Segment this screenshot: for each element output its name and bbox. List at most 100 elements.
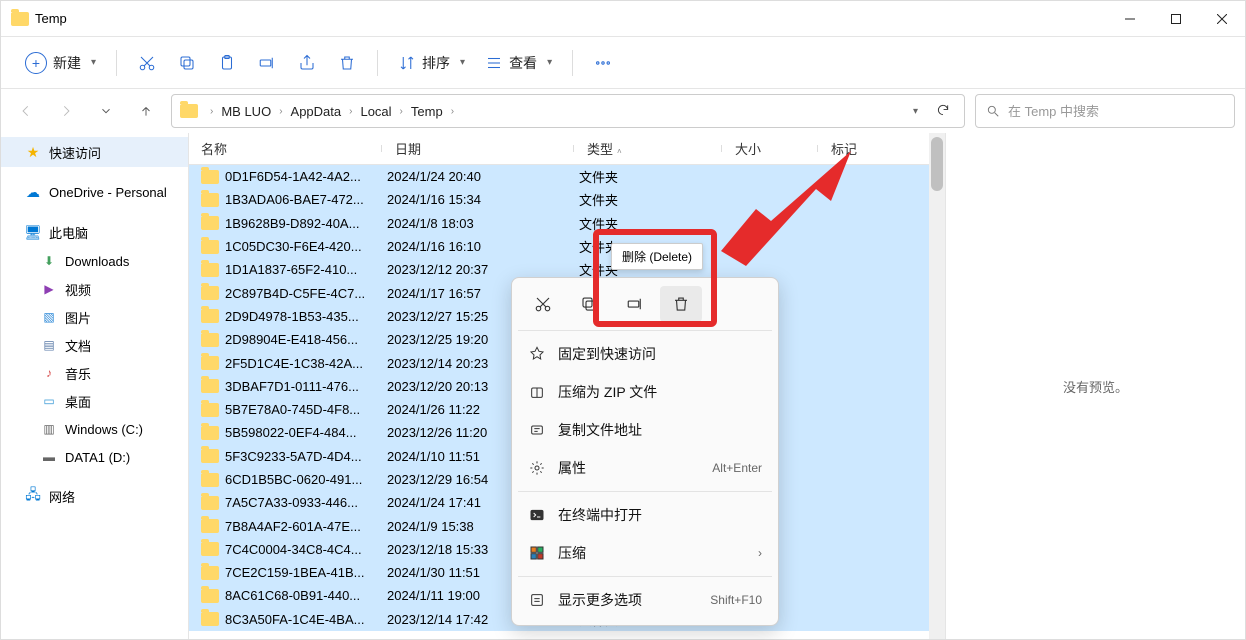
ctx-zip[interactable]: 压缩为 ZIP 文件 (518, 373, 772, 411)
cloud-icon: ☁ (25, 184, 41, 200)
file-name: 7A5C7A33-0933-446... (225, 495, 383, 510)
sidebar-desktop[interactable]: ▭桌面 (1, 387, 188, 415)
file-name: 3DBAF7D1-0111-476... (225, 379, 383, 394)
scrollbar[interactable] (929, 133, 945, 639)
up-button[interactable] (131, 96, 161, 126)
ctx-cut-button[interactable] (522, 286, 564, 322)
ctx-rename-button[interactable] (614, 286, 656, 322)
col-size[interactable]: 大小 (723, 139, 819, 158)
close-button[interactable] (1199, 1, 1245, 37)
toolbar: +新建▾ 排序▾ 查看▾ (1, 37, 1245, 89)
search-icon (986, 104, 1000, 118)
pc-icon: 🖥 (25, 224, 41, 240)
file-name: 8C3A50FA-1C4E-4BA... (225, 612, 383, 627)
file-type: 文件夹 (575, 167, 723, 186)
delete-tooltip: 删除 (Delete) (611, 243, 703, 270)
chevron-right-icon: › (758, 546, 762, 560)
file-name: 5B7E78A0-745D-4F8... (225, 402, 383, 417)
sort-button[interactable]: 排序▾ (388, 45, 475, 81)
col-date[interactable]: 日期 (383, 139, 575, 158)
file-name: 5F3C9233-5A7D-4D4... (225, 449, 383, 464)
sidebar-downloads[interactable]: ⬇Downloads (1, 247, 188, 275)
folder-icon (201, 333, 219, 347)
folder-icon (201, 473, 219, 487)
back-button[interactable] (11, 96, 41, 126)
ctx-pin[interactable]: 固定到快速访问 (518, 335, 772, 373)
ctx-copy-path[interactable]: 复制文件地址 (518, 411, 772, 449)
sidebar-music[interactable]: ♪音乐 (1, 359, 188, 387)
titlebar: Temp (1, 1, 1245, 37)
share-button[interactable] (287, 45, 327, 81)
picture-icon: ▧ (41, 309, 57, 325)
ctx-compress[interactable]: 压缩 › (518, 534, 772, 572)
sidebar-drive-d[interactable]: ▬DATA1 (D:) (1, 443, 188, 471)
download-icon: ⬇ (41, 253, 57, 269)
folder-icon (201, 449, 219, 463)
file-name: 2C897B4D-C5FE-4C7... (225, 286, 383, 301)
more-button[interactable] (583, 45, 623, 81)
folder-icon (201, 403, 219, 417)
table-row[interactable]: 0D1F6D54-1A42-4A2...2024/1/24 20:40文件夹 (189, 165, 929, 188)
file-name: 7C4C0004-34C8-4C4... (225, 542, 383, 557)
file-type: 文件夹 (575, 190, 723, 209)
folder-icon (201, 542, 219, 556)
file-name: 1D1A1837-65F2-410... (225, 262, 383, 277)
folder-icon (201, 566, 219, 580)
file-name: 1B9628B9-D892-40A... (225, 216, 383, 231)
drive-icon: ▥ (41, 421, 57, 437)
sidebar-quick-access[interactable]: ★ 快速访问 (1, 137, 188, 167)
sidebar-pictures[interactable]: ▧图片 (1, 303, 188, 331)
desktop-icon: ▭ (41, 393, 57, 409)
window-title: Temp (35, 11, 67, 26)
breadcrumb[interactable]: › MB LUO › AppData › Local › Temp › ▾ (171, 94, 965, 128)
file-name: 0D1F6D54-1A42-4A2... (225, 169, 383, 184)
delete-button[interactable] (327, 45, 367, 81)
folder-icon (11, 12, 29, 26)
rename-button[interactable] (247, 45, 287, 81)
breadcrumb-seg[interactable]: AppData (291, 104, 342, 119)
folder-icon (201, 193, 219, 207)
col-type[interactable]: 类型˄ (575, 139, 723, 158)
file-name: 2F5D1C4E-1C38-42A... (225, 356, 383, 371)
file-date: 2024/1/8 18:03 (383, 216, 575, 231)
ctx-more[interactable]: 显示更多选项 Shift+F10 (518, 581, 772, 619)
ctx-delete-button[interactable] (660, 286, 702, 322)
sidebar-videos[interactable]: ▶视频 (1, 275, 188, 303)
refresh-button[interactable] (930, 103, 956, 120)
breadcrumb-seg[interactable]: MB LUO (221, 104, 271, 119)
breadcrumb-dropdown[interactable]: ▾ (907, 106, 924, 117)
column-headers: 名称 日期 类型˄ 大小 标记 (189, 133, 929, 165)
search-input[interactable] (1008, 104, 1224, 119)
col-tag[interactable]: 标记 (819, 139, 929, 158)
view-button[interactable]: 查看▾ (475, 45, 562, 81)
sidebar-documents[interactable]: ▤文档 (1, 331, 188, 359)
search-box[interactable] (975, 94, 1235, 128)
col-name[interactable]: 名称 (189, 139, 383, 158)
cut-button[interactable] (127, 45, 167, 81)
minimize-button[interactable] (1107, 1, 1153, 37)
sidebar-onedrive[interactable]: ☁ OneDrive - Personal (1, 177, 188, 207)
breadcrumb-seg[interactable]: Temp (411, 104, 443, 119)
sidebar-this-pc[interactable]: 🖥 此电脑 (1, 217, 188, 247)
table-row[interactable]: 1B3ADA06-BAE7-472...2024/1/16 15:34文件夹 (189, 188, 929, 211)
table-row[interactable]: 1C05DC30-F6E4-420...2024/1/16 16:10文件夹 (189, 235, 929, 258)
file-name: 1B3ADA06-BAE7-472... (225, 192, 383, 207)
file-date: 2024/1/24 20:40 (383, 169, 575, 184)
ctx-properties[interactable]: 属性 Alt+Enter (518, 449, 772, 487)
breadcrumb-seg[interactable]: Local (360, 104, 391, 119)
table-row[interactable]: 1B9628B9-D892-40A...2024/1/8 18:03文件夹 (189, 212, 929, 235)
forward-button[interactable] (51, 96, 81, 126)
new-button[interactable]: +新建▾ (15, 45, 106, 81)
recent-dropdown[interactable] (91, 96, 121, 126)
paste-button[interactable] (207, 45, 247, 81)
folder-icon (201, 426, 219, 440)
ctx-terminal[interactable]: 在终端中打开 (518, 496, 772, 534)
copy-button[interactable] (167, 45, 207, 81)
sidebar-drive-c[interactable]: ▥Windows (C:) (1, 415, 188, 443)
pin-icon (528, 345, 546, 363)
ctx-copy-button[interactable] (568, 286, 610, 322)
context-menu: 固定到快速访问 压缩为 ZIP 文件 复制文件地址 属性 Alt+Enter 在… (511, 277, 779, 626)
sidebar-network[interactable]: 🖧 网络 (1, 481, 188, 511)
maximize-button[interactable] (1153, 1, 1199, 37)
nav-row: › MB LUO › AppData › Local › Temp › ▾ (1, 89, 1245, 133)
